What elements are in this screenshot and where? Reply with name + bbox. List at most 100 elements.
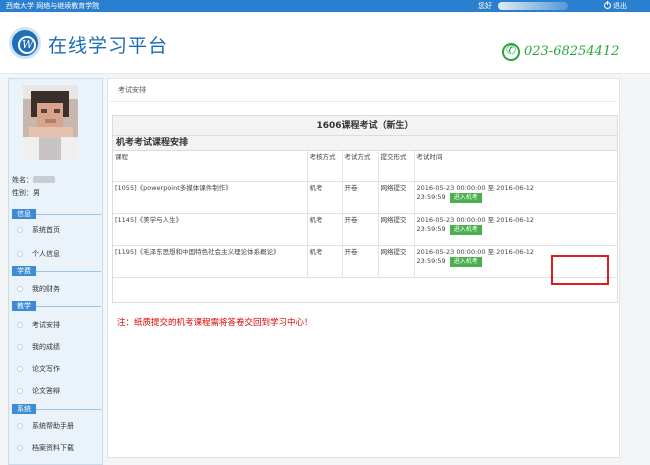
bullet-icon [17,445,23,451]
nav-item-label: 系统首页 [32,226,60,234]
submit-cell: 网络提交 [378,213,415,246]
enter-exam-button[interactable]: 进入机考 [449,192,482,203]
time-end-clock: 23:59:59 [416,256,446,265]
bullet-icon [17,286,23,292]
nav-divider [36,306,101,307]
nav-item-label: 我的成绩 [32,343,60,351]
nav-item-thesis-writing[interactable]: 论文写作 [17,364,60,374]
nav-item-label: 论文答辩 [32,387,60,395]
nav-item-finance[interactable]: 我的财务 [17,284,60,294]
time-end-clock: 23:59:59 [416,192,446,201]
nav-item-home[interactable]: 系统首页 [17,225,60,235]
blurred-username [498,2,568,10]
time-start: 2016-05-23 00:00:00 [416,215,486,224]
site-header: W 在线学习平台 023-68254412 [0,12,650,74]
col-time: 考试时间 [414,151,617,182]
university-name: 西南大学 网络与继续教育学院 [6,2,100,10]
bullet-icon [17,423,23,429]
sidebar: 姓名： 性别：男 信息 系统首页 个人信息 学费 我的财务 教学 考试安排 我的… [8,78,103,465]
phone-icon [502,43,520,61]
bullet-icon [17,366,23,372]
nav-item-label: 我的财务 [32,285,60,293]
nav-section-fees: 学费 [12,266,36,276]
time-cell: 2016-05-23 00:00:00 至 2016-06-12 23:59:59… [414,181,617,214]
bullet-icon [17,322,23,328]
user-info: 姓名： 性别：男 [12,174,100,200]
exam-table: 课程 考核方式 考试方式 提交形式 考试时间 [1055]《powerpoint… [113,151,617,278]
breadcrumb-divider [110,101,617,102]
time-start: 2016-05-23 00:00:00 [416,247,486,256]
col-mode: 考试方式 [342,151,379,182]
submission-note: 注：纸质提交的机考课程需将答卷交回到学习中心！ [117,318,313,328]
table-row: [1145]《美学与人生》 机考 开卷 网络提交 2016-05-23 00:0… [113,213,617,246]
nav-item-profile[interactable]: 个人信息 [17,249,60,259]
bullet-icon [17,227,23,233]
exam-subtitle: 机考考试课程安排 [113,136,617,151]
assess-cell: 机考 [307,213,343,246]
nav-divider [36,271,101,272]
nav-item-my-grades[interactable]: 我的成绩 [17,342,60,352]
mode-cell: 开卷 [342,213,379,246]
content-panel: 考试安排 1606课程考试（新生） 机考考试课程安排 课程 考核方式 考试方式 … [107,78,620,458]
course-cell: [1145]《美学与人生》 [113,213,308,246]
mode-cell: 开卷 [342,245,379,278]
exam-card: 1606课程考试（新生） 机考考试课程安排 课程 考核方式 考试方式 提交形式 … [112,115,618,328]
submit-cell: 网络提交 [378,181,415,214]
nav-item-help-manual[interactable]: 系统帮助手册 [17,421,74,431]
assess-cell: 机考 [307,181,343,214]
nav-section-teaching: 教学 [12,301,36,311]
course-cell: [1195]《毛泽东思想和中国特色社会主义理论体系概论》 [113,245,308,278]
logout-label: 退出 [613,2,627,10]
name-label: 姓名： [12,176,33,184]
nav-item-thesis-defense[interactable]: 论文答辩 [17,386,60,396]
highlight-box [551,255,609,285]
nav-section-system: 系统 [12,404,36,414]
bullet-icon [17,251,23,257]
col-assess: 考核方式 [307,151,343,182]
gender-value: 男 [33,189,40,197]
phone-number: 023-68254412 [524,44,620,59]
time-end-date: 2016-06-12 [496,247,534,256]
submit-cell: 网络提交 [378,245,415,278]
bullet-icon [17,344,23,350]
logo-icon: W [9,27,41,59]
col-course: 课程 [113,151,308,182]
nav-item-label: 考试安排 [32,321,60,329]
course-cell: [1055]《powerpoint多媒体课件制作》 [113,181,308,214]
power-icon [604,1,611,9]
user-photo [23,85,78,160]
nav-item-label: 系统帮助手册 [32,422,74,430]
enter-exam-button[interactable]: 进入机考 [449,256,482,267]
enter-exam-button[interactable]: 进入机考 [449,224,482,235]
assess-cell: 机考 [307,245,343,278]
blurred-name [33,176,55,183]
time-end-clock: 23:59:59 [416,224,446,233]
logout-link[interactable]: 退出 [604,1,627,11]
bullet-icon [17,388,23,394]
time-sep: 至 [487,215,495,224]
nav-item-label: 论文写作 [32,365,60,373]
nav-item-archive-download[interactable]: 档案资料下载 [17,443,74,453]
col-submit: 提交形式 [378,151,415,182]
time-end-date: 2016-06-12 [496,183,534,192]
nav-divider [36,409,101,410]
time-end-date: 2016-06-12 [496,215,534,224]
time-start: 2016-05-23 00:00:00 [416,183,486,192]
time-cell: 2016-05-23 00:00:00 至 2016-06-12 23:59:59… [414,213,617,246]
table-row: [1195]《毛泽东思想和中国特色社会主义理论体系概论》 机考 开卷 网络提交 … [113,245,617,278]
nav-item-label: 个人信息 [32,250,60,258]
top-bar: 西南大学 网络与继续教育学院 您好 退出 [0,0,650,12]
site-title: 在线学习平台 [48,35,169,57]
nav-item-exam-schedule[interactable]: 考试安排 [17,320,60,330]
greeting-text: 您好 [478,2,492,10]
time-sep: 至 [487,183,495,192]
nav-section-info: 信息 [12,209,36,219]
table-row: [1055]《powerpoint多媒体课件制作》 机考 开卷 网络提交 201… [113,181,617,214]
table-header-row: 课程 考核方式 考试方式 提交形式 考试时间 [113,151,617,182]
nav-item-label: 档案资料下载 [32,444,74,452]
gender-label: 性别： [12,189,33,197]
exam-title: 1606课程考试（新生） [113,116,617,136]
nav-divider [36,214,101,215]
breadcrumb: 考试安排 [118,86,146,94]
time-sep: 至 [487,247,495,256]
